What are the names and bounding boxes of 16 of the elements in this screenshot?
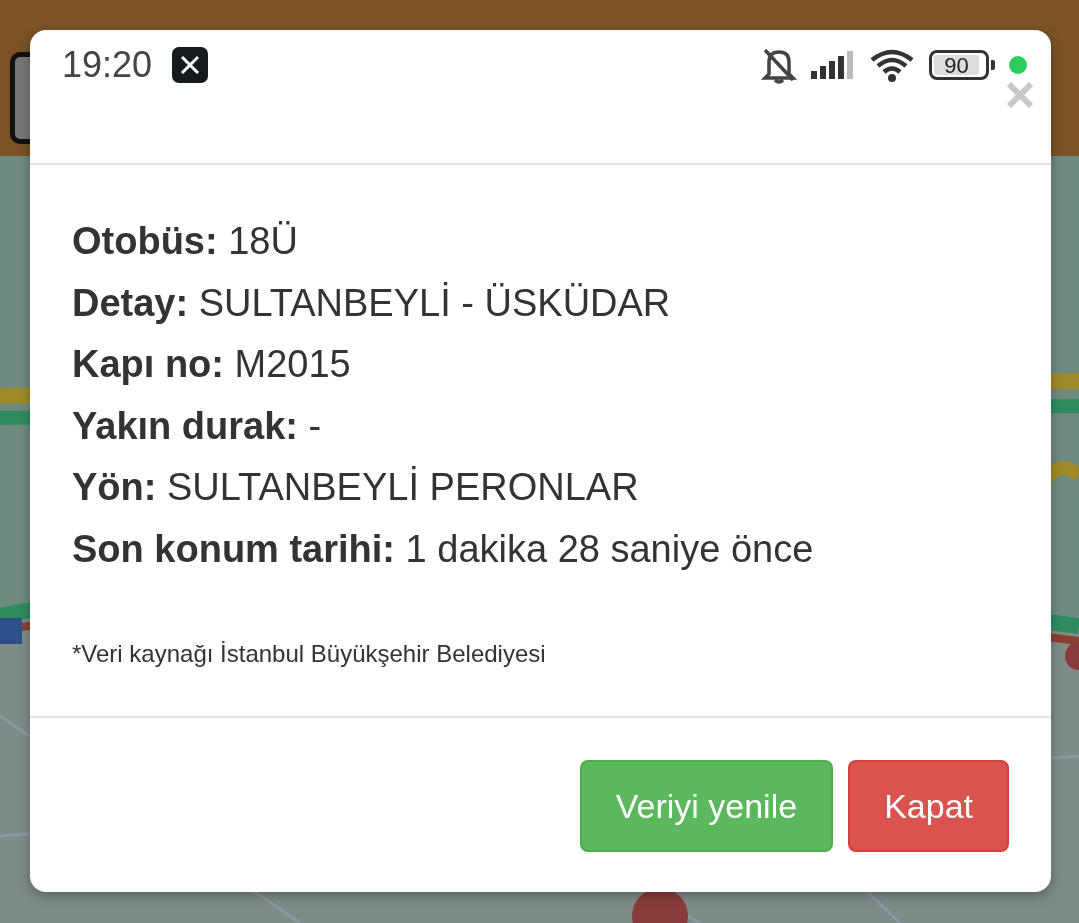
bell-off-icon [761, 46, 797, 84]
status-time: 19:20 [62, 47, 153, 83]
menu-button[interactable] [10, 52, 30, 144]
wifi-icon [869, 48, 915, 82]
signal-icon [811, 51, 855, 79]
info-line: Yakın durak: - [72, 403, 323, 449]
info-line: Yön: SULTANBEYLİ PERONLAR [72, 465, 640, 510]
info-line: Son konum tarihi: 1 dakika 28 saniye önce [72, 526, 815, 572]
info-line: Kapı no: M2015 [72, 342, 352, 387]
battery-indicator: 90 [929, 50, 989, 80]
source-note: *Veri kaynağı İstanbul Büyükşehir Belediyesi [72, 639, 547, 669]
close-dialog-button[interactable]: Kapat [848, 760, 1009, 852]
app-notification-icon [172, 47, 209, 83]
refresh-button[interactable]: Veriyi yenile [579, 760, 834, 852]
info-line: Detay: SULTANBEYLİ - ÜSKÜDAR [72, 280, 672, 326]
info-line: Otobüs: 18Ü [72, 219, 299, 264]
